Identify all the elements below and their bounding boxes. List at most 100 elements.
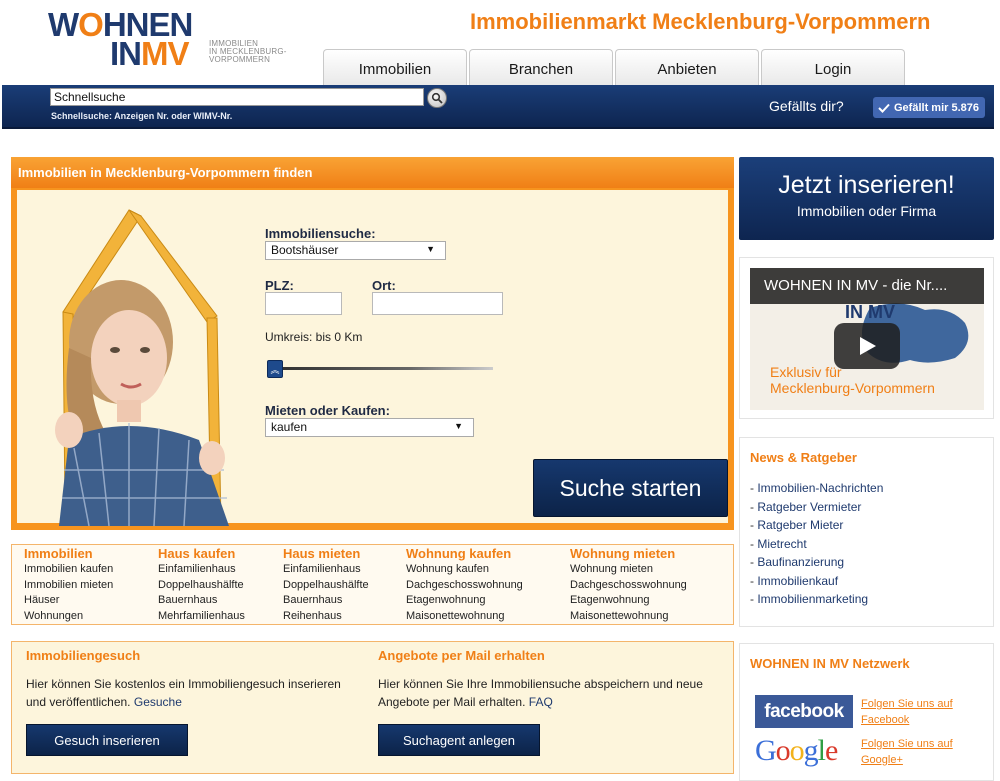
news-list: - Immobilien-Nachrichten - Ratgeber Verm…: [750, 479, 993, 609]
mail-section: Angebote per Mail erhalten Hier können S…: [378, 642, 718, 711]
rent-or-buy-label: Mieten oder Kaufen:: [265, 403, 390, 418]
category-link[interactable]: Maisonettewohnung: [406, 609, 523, 625]
facebook-like-button[interactable]: Gefällt mir 5.876: [873, 97, 985, 118]
category-link[interactable]: Dachgeschosswohnung: [570, 578, 687, 594]
category-link[interactable]: Häuser: [24, 593, 113, 609]
google-link-line1: Folgen Sie uns auf: [861, 738, 953, 750]
google-logo[interactable]: Google: [755, 734, 838, 768]
radius-slider-handle[interactable]: ︽: [267, 360, 283, 378]
facebook-link-line2: Facebook: [861, 714, 910, 726]
facebook-follow-link[interactable]: Folgen Sie uns auf Facebook: [861, 696, 953, 728]
dropdown-arrow-icon: ▼: [426, 244, 435, 254]
video-player[interactable]: IN MV WOHNEN IN MV - die Nr.... Exklusiv…: [750, 268, 984, 410]
faq-link[interactable]: FAQ: [529, 695, 553, 709]
mail-title: Angebote per Mail erhalten: [378, 648, 545, 663]
start-search-button[interactable]: Suche starten: [533, 459, 728, 517]
category-link[interactable]: Etagenwohnung: [570, 593, 687, 609]
category-link[interactable]: Wohnungen: [24, 609, 113, 625]
tab-anbieten[interactable]: Anbieten: [615, 49, 759, 85]
news-item: - Mietrecht: [750, 536, 807, 551]
tab-branchen[interactable]: Branchen: [469, 49, 613, 85]
google-follow-link[interactable]: Folgen Sie uns auf Google+: [861, 736, 953, 768]
property-type-label: Immobiliensuche:: [265, 226, 376, 241]
category-link[interactable]: Bauernhaus: [283, 593, 369, 609]
category-link[interactable]: Einfamilienhaus: [158, 562, 245, 578]
news-link[interactable]: Mietrecht: [757, 537, 806, 551]
category-link[interactable]: Maisonettewohnung: [570, 609, 687, 625]
category-title[interactable]: Haus mieten: [283, 546, 369, 562]
property-type-select[interactable]: Bootshäuser ▼: [265, 241, 446, 260]
category-link[interactable]: Etagenwohnung: [406, 593, 523, 609]
play-button[interactable]: [834, 323, 900, 369]
logo-line-2: INMV: [110, 35, 189, 72]
gesuch-text: Hier können Sie kostenlos ein Immobilien…: [26, 675, 346, 711]
suchagent-anlegen-button[interactable]: Suchagent anlegen: [378, 724, 540, 756]
plz-input[interactable]: [265, 292, 342, 315]
tab-login[interactable]: Login: [761, 49, 905, 85]
news-title: News & Ratgeber: [750, 450, 857, 465]
category-link[interactable]: Dachgeschosswohnung: [406, 578, 523, 594]
quick-search-input[interactable]: [50, 88, 424, 106]
category-title[interactable]: Wohnung mieten: [570, 546, 687, 562]
ort-label: Ort:: [372, 278, 396, 293]
radius-label: Umkreis: bis 0 Km: [265, 330, 363, 344]
category-link[interactable]: Reihenhaus: [283, 609, 369, 625]
category-link[interactable]: Immobilien mieten: [24, 578, 113, 594]
radius-slider-track[interactable]: [283, 367, 493, 370]
category-wohnung-mieten: Wohnung mieten Wohnung mieten Dachgescho…: [570, 546, 687, 625]
gesuch-title: Immobiliengesuch: [26, 648, 141, 663]
woman-with-ruler-house-image: [55, 209, 229, 526]
ort-input[interactable]: [372, 292, 503, 315]
category-link[interactable]: Einfamilienhaus: [283, 562, 369, 578]
main-nav: Immobilien Branchen Anbieten Login: [323, 49, 905, 85]
property-finder: Immobilien in Mecklenburg-Vorpommern fin…: [11, 157, 734, 530]
quick-search-hint: Schnellsuche: Anzeigen Nr. oder WIMV-Nr.: [51, 111, 233, 121]
category-haus-kaufen: Haus kaufen Einfamilienhaus Doppelhaushä…: [158, 546, 245, 625]
video-caption: Exklusiv für Mecklenburg-Vorpommern: [770, 364, 935, 396]
site-logo[interactable]: WOHNEN INMV IMMOBILIEN IN MECKLENBURG- V…: [48, 8, 308, 70]
news-link[interactable]: Ratgeber Vermieter: [757, 500, 861, 514]
category-link[interactable]: Bauernhaus: [158, 593, 245, 609]
rent-or-buy-select[interactable]: kaufen ▼: [265, 418, 474, 437]
category-link[interactable]: Doppelhaushälfte: [158, 578, 245, 594]
news-item: - Immobilienkauf: [750, 573, 839, 588]
inserieren-banner[interactable]: Jetzt inserieren! Immobilien oder Firma: [739, 157, 994, 240]
search-button[interactable]: [427, 88, 447, 108]
finder-panel: Immobiliensuche: Bootshäuser ▼ PLZ: Ort:…: [17, 190, 728, 526]
category-wohnung-kaufen: Wohnung kaufen Wohnung kaufen Dachgescho…: [406, 546, 523, 625]
category-link[interactable]: Wohnung kaufen: [406, 562, 523, 578]
gesuche-link[interactable]: Gesuche: [134, 695, 182, 709]
news-link[interactable]: Immobilienmarketing: [757, 592, 868, 606]
plz-label: PLZ:: [265, 278, 294, 293]
news-item: - Ratgeber Mieter: [750, 518, 844, 532]
category-link[interactable]: Mehrfamilienhaus: [158, 609, 245, 625]
news-item: - Ratgeber Vermieter: [750, 499, 862, 514]
video-caption-line2: Mecklenburg-Vorpommern: [770, 380, 935, 396]
network-title: WOHNEN IN MV Netzwerk: [750, 656, 910, 671]
rent-or-buy-value: kaufen: [271, 420, 308, 434]
news-link[interactable]: Immobilien-Nachrichten: [757, 481, 883, 495]
services-panel: Immobiliengesuch Hier können Sie kostenl…: [11, 641, 734, 774]
news-link[interactable]: Ratgeber Mieter: [757, 518, 843, 532]
chevron-up-icon: ︽: [270, 365, 280, 376]
news-link[interactable]: Baufinanzierung: [757, 555, 844, 569]
facebook-link-line1: Folgen Sie uns auf: [861, 698, 953, 710]
facebook-logo[interactable]: facebook: [755, 695, 853, 728]
category-link[interactable]: Immobilien kaufen: [24, 562, 113, 578]
news-link[interactable]: Immobilienkauf: [757, 574, 838, 588]
category-haus-mieten: Haus mieten Einfamilienhaus Doppelhaushä…: [283, 546, 369, 625]
tab-immobilien[interactable]: Immobilien: [323, 49, 467, 85]
site-title: Immobilienmarkt Mecklenburg-Vorpommern: [470, 9, 931, 34]
category-links: Immobilien Immobilien kaufen Immobilien …: [11, 544, 734, 625]
search-bar: Schnellsuche: Anzeigen Nr. oder WIMV-Nr.…: [2, 85, 994, 129]
category-title[interactable]: Haus kaufen: [158, 546, 245, 562]
category-link[interactable]: Wohnung mieten: [570, 562, 687, 578]
video-title: WOHNEN IN MV - die Nr....: [750, 268, 984, 304]
dropdown-arrow-icon: ▼: [454, 421, 463, 431]
gesuch-inserieren-button[interactable]: Gesuch inserieren: [26, 724, 188, 756]
category-link[interactable]: Doppelhaushälfte: [283, 578, 369, 594]
network-box: WOHNEN IN MV Netzwerk facebook Folgen Si…: [739, 643, 994, 781]
news-item: - Baufinanzierung: [750, 555, 845, 569]
category-title[interactable]: Wohnung kaufen: [406, 546, 523, 562]
category-title[interactable]: Immobilien: [24, 546, 113, 562]
